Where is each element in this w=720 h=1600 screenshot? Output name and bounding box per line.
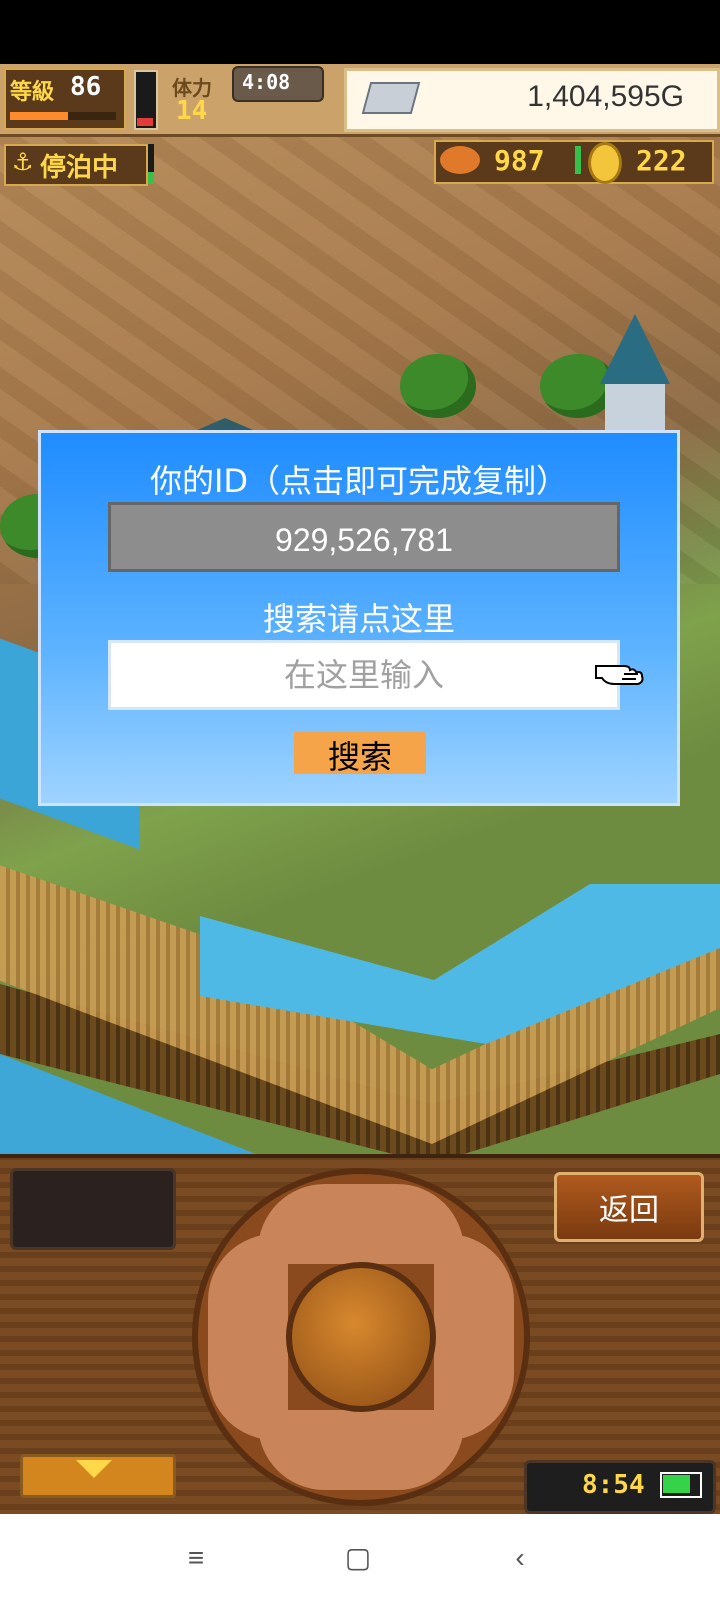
fish-icon	[440, 146, 480, 174]
dialog-title: 你的ID（点击即可完成复制）	[149, 462, 569, 500]
gold-amount: 1,404,595G	[527, 80, 684, 113]
chevron-down-icon	[76, 1460, 112, 1478]
level-label: 等級	[10, 80, 55, 105]
lighthouse-roof	[600, 314, 670, 384]
xp-bar-fill	[10, 112, 69, 120]
gold-bar-icon	[361, 82, 421, 114]
status-bar	[0, 0, 720, 64]
back-button[interactable]: 返回	[554, 1172, 704, 1242]
dock-indicator-fill	[148, 172, 154, 184]
stamina-timer: 4:08	[242, 70, 291, 94]
home-button[interactable]: ▢	[338, 1538, 378, 1578]
tree	[400, 354, 476, 418]
stamina-gauge-fill	[137, 118, 153, 126]
mini-screen	[10, 1168, 176, 1250]
dpad-center-button[interactable]	[286, 1262, 436, 1412]
coin-icon	[588, 142, 622, 184]
resource-divider	[575, 146, 581, 174]
pointing-hand-icon	[595, 665, 644, 685]
battery-fill	[663, 1475, 691, 1493]
search-button[interactable]: 搜索	[294, 732, 426, 775]
level-value: 86	[70, 72, 102, 102]
dpad-right[interactable]	[434, 1234, 514, 1440]
coin-count: 222	[636, 144, 687, 177]
anchor-icon: ⚓	[12, 148, 34, 176]
stamina-value: 14	[176, 96, 208, 126]
nav-back-button[interactable]: ‹	[500, 1538, 540, 1578]
fish-count: 987	[494, 144, 545, 177]
game-clock: 8:54	[582, 1470, 645, 1500]
dpad-left[interactable]	[208, 1234, 288, 1440]
dock-status-text: 停泊中	[40, 153, 119, 183]
search-input[interactable]	[108, 640, 620, 710]
player-id-value[interactable]: 929,526,781	[108, 522, 620, 559]
search-label: 搜索请点这里	[262, 600, 455, 638]
recent-apps-button[interactable]: ≡	[176, 1538, 216, 1578]
